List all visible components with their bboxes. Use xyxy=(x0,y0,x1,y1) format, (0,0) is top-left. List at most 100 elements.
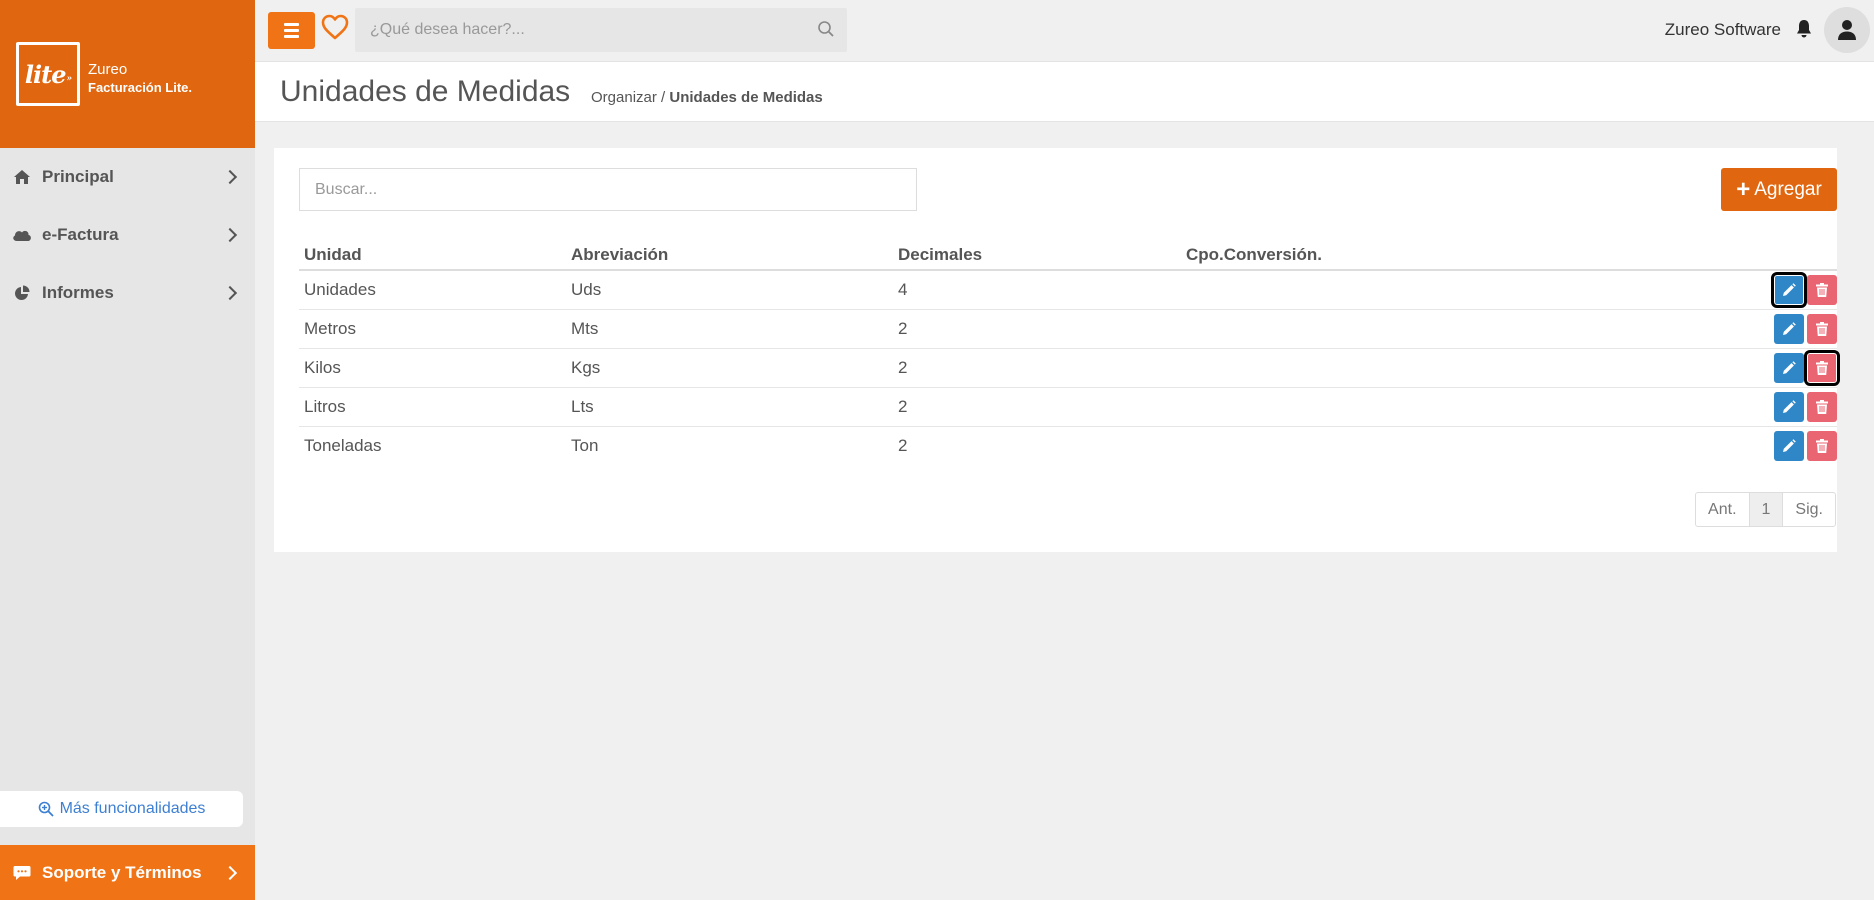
edit-button[interactable] xyxy=(1771,271,1807,308)
page-header: Unidades de Medidas Organizar / Unidades… xyxy=(255,62,1874,122)
zoom-in-icon xyxy=(38,801,54,817)
trash-icon xyxy=(1816,360,1828,375)
sidebar-item-informes[interactable]: Informes xyxy=(0,264,255,322)
cell-unidad: Litros xyxy=(299,387,566,427)
brand-logo: lite» xyxy=(16,42,80,106)
cell-abreviacion: Mts xyxy=(566,309,893,349)
units-search xyxy=(299,168,917,211)
edit-button[interactable] xyxy=(1774,391,1804,422)
brand-logo-text: lite xyxy=(24,59,67,89)
cell-conversion xyxy=(1181,309,1761,349)
global-search-input[interactable] xyxy=(355,8,847,52)
cell-conversion xyxy=(1181,348,1761,388)
breadcrumb-parent[interactable]: Organizar xyxy=(591,89,657,106)
heart-icon[interactable] xyxy=(321,14,349,45)
topbar: Zureo Software xyxy=(255,0,1874,62)
column-header-abreviacion[interactable]: Abreviación xyxy=(566,240,893,271)
table-row[interactable]: Toneladas Ton 2 xyxy=(299,426,1837,465)
cloud-icon xyxy=(12,225,32,245)
delete-button[interactable] xyxy=(1807,391,1837,422)
cell-unidad: Unidades xyxy=(299,270,566,310)
delete-button[interactable] xyxy=(1807,274,1837,305)
column-header-actions xyxy=(1761,240,1837,271)
cell-conversion xyxy=(1181,387,1761,427)
cell-abreviacion: Ton xyxy=(571,435,599,455)
delete-button[interactable] xyxy=(1807,430,1837,461)
cell-abreviacion: Kgs xyxy=(566,348,893,388)
row-actions xyxy=(1761,387,1837,427)
table-row[interactable]: Kilos Kgs 2 xyxy=(299,348,1840,388)
pencil-icon xyxy=(1783,399,1796,413)
breadcrumb-current: Unidades de Medidas xyxy=(669,89,823,106)
global-search xyxy=(355,8,847,52)
pencil-icon xyxy=(1783,438,1796,452)
edit-button[interactable] xyxy=(1774,313,1804,344)
sidebar: lite» Zureo Facturación Lite. Principal … xyxy=(0,0,255,900)
units-table: Unidad Abreviación Decimales Cpo.Convers… xyxy=(299,240,1840,465)
table-row[interactable]: Litros Lts 2 xyxy=(299,387,1837,427)
column-header-decimales[interactable]: Decimales xyxy=(893,240,1181,271)
more-features-label: Más funcionalidades xyxy=(59,800,206,817)
chevron-right-icon xyxy=(222,227,238,243)
column-header-conversion[interactable]: Cpo.Conversión. xyxy=(1181,240,1761,271)
table-row[interactable]: Unidades Uds 4 xyxy=(299,270,1837,310)
trash-icon xyxy=(1816,282,1828,297)
chevron-right-icon xyxy=(222,865,238,880)
pagination-page-current[interactable]: 1 xyxy=(1749,493,1784,526)
plus-icon: + xyxy=(1736,175,1751,203)
menu-toggle-button[interactable] xyxy=(268,12,315,49)
brand[interactable]: lite» Zureo Facturación Lite. xyxy=(0,0,255,148)
delete-button[interactable] xyxy=(1807,313,1837,344)
cell-unidad: Toneladas xyxy=(304,435,382,455)
edit-button[interactable] xyxy=(1774,352,1804,383)
hamburger-icon-bar xyxy=(284,35,299,38)
breadcrumb-separator: / xyxy=(656,89,670,106)
sidebar-item-label: e-Factura xyxy=(42,225,119,244)
cell-decimales: 4 xyxy=(893,270,1181,310)
avatar[interactable] xyxy=(1824,7,1870,53)
brand-name: Zureo xyxy=(88,61,128,78)
user-name[interactable]: Zureo Software xyxy=(1665,20,1781,40)
units-card: + Agregar Unidad Abreviación Decimales C… xyxy=(274,148,1840,552)
pencil-icon xyxy=(1783,282,1796,296)
units-search-input[interactable] xyxy=(300,169,916,210)
pagination-next[interactable]: Sig. xyxy=(1783,493,1835,526)
chevron-right-icon xyxy=(222,169,238,185)
sidebar-item-label: Informes xyxy=(42,283,114,302)
trash-icon xyxy=(1816,321,1828,336)
cell-unidad: Metros xyxy=(299,309,566,349)
breadcrumb: Organizar / Unidades de Medidas xyxy=(591,89,823,106)
sidebar-item-efactura[interactable]: e-Factura xyxy=(0,206,255,264)
cell-decimales: 2 xyxy=(893,348,1181,388)
column-header-unidad[interactable]: Unidad xyxy=(299,240,566,271)
more-features-button[interactable]: Más funcionalidades xyxy=(0,791,243,827)
support-terms-button[interactable]: Soporte y Términos xyxy=(0,845,255,900)
cell-conversion xyxy=(1181,270,1761,310)
bell-icon[interactable] xyxy=(1795,19,1813,44)
pagination-prev[interactable]: Ant. xyxy=(1696,493,1750,526)
add-button-label: Agregar xyxy=(1754,178,1822,200)
row-actions xyxy=(1761,270,1837,310)
sidebar-item-label: Principal xyxy=(42,167,114,186)
cell-decimales: 2 xyxy=(893,387,1181,427)
row-actions xyxy=(1761,426,1837,465)
edit-button[interactable] xyxy=(1774,430,1804,461)
cell-conversion xyxy=(1181,426,1761,465)
trash-icon xyxy=(1816,438,1828,453)
delete-button[interactable] xyxy=(1804,349,1840,386)
cell-abreviacion: Uds xyxy=(566,270,893,310)
trash-icon xyxy=(1816,399,1828,414)
user-icon xyxy=(1838,20,1856,40)
cell-unidad: Kilos xyxy=(299,348,566,388)
add-button[interactable]: + Agregar xyxy=(1721,168,1837,211)
cell-decimales: 2 xyxy=(893,309,1181,349)
hamburger-icon-bar xyxy=(284,23,299,26)
sidebar-item-principal[interactable]: Principal xyxy=(0,148,255,206)
pencil-icon xyxy=(1783,321,1796,335)
brand-text: Zureo Facturación Lite. xyxy=(88,61,192,97)
pie-chart-icon xyxy=(12,283,32,303)
table-row[interactable]: Metros Mts 2 xyxy=(299,309,1837,349)
row-actions xyxy=(1761,348,1840,388)
search-icon[interactable] xyxy=(817,20,835,43)
table-header-row: Unidad Abreviación Decimales Cpo.Convers… xyxy=(299,240,1837,271)
